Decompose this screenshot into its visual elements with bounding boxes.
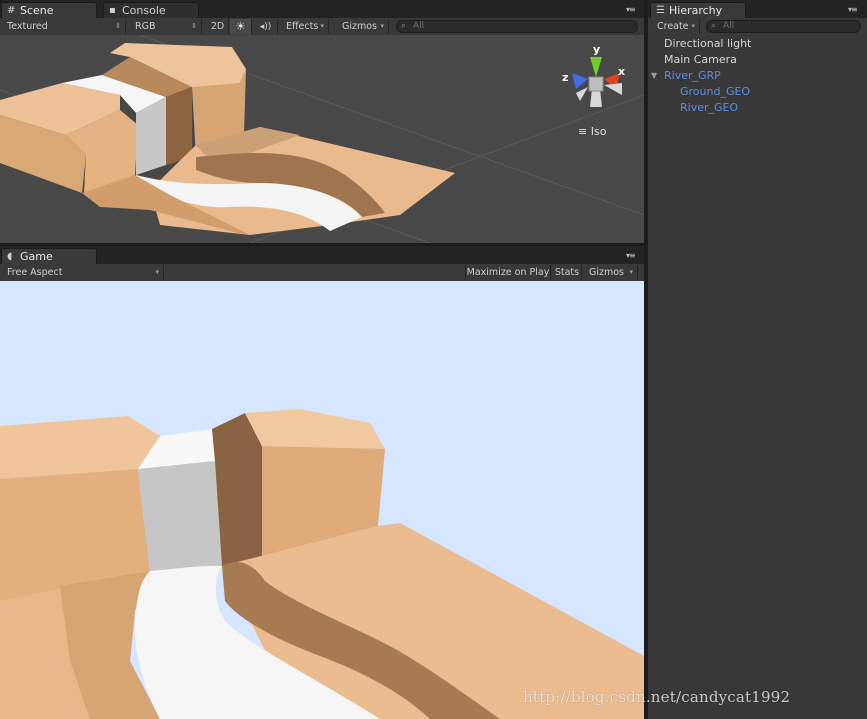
search-icon: ⌕ (401, 21, 407, 31)
render-mode-dropdown[interactable]: RGB ⇕ (130, 19, 202, 34)
hierarchy-toolbar: Create ▾ ⌕ All (648, 18, 867, 36)
hierarchy-list: Directional light Main Camera ▼ River_GR… (648, 35, 867, 719)
chevron-down-icon: ▾ (629, 268, 633, 276)
game-viewport[interactable] (0, 281, 644, 719)
fold-arrow-icon[interactable]: ▼ (651, 71, 657, 80)
scene-toolbar: Textured ⇕ RGB ⇕ 2D ☀ ◂)) Effects ▾ Gizm… (0, 18, 644, 36)
game-gizmos-label: Gizmos (589, 267, 625, 278)
console-icon: ▪ (109, 5, 116, 16)
gizmo-neg-x-cone (604, 83, 622, 95)
vertical-splitter[interactable] (644, 0, 648, 719)
pacman-icon: ◖ (7, 251, 13, 262)
gizmo-z-label: z (562, 71, 569, 84)
tab-scene[interactable]: # Scene (1, 2, 97, 18)
updown-arrow-icon: ⇕ (115, 22, 121, 30)
aspect-value: Free Aspect (7, 267, 63, 278)
tab-console-label: Console (122, 4, 166, 17)
tab-scene-label: Scene (20, 4, 54, 17)
tab-game-label: Game (20, 250, 53, 263)
chevron-down-icon: ▾ (380, 22, 384, 30)
chevron-down-icon: ▾ (320, 22, 324, 30)
create-label: Create (657, 21, 689, 32)
game-terrain-right-top (245, 409, 385, 449)
gizmo-y-label: y (593, 43, 601, 56)
scene-gizmos-dropdown[interactable]: Gizmos ▾ (337, 19, 389, 34)
effects-dropdown[interactable]: Effects ▾ (281, 19, 329, 34)
scene-search-placeholder: All (413, 21, 425, 31)
game-toolbar: Free Aspect ▾ Maximize on Play Stats Giz… (0, 264, 644, 282)
hierarchy-item-ground-geo[interactable]: Ground_GEO (680, 85, 750, 98)
hierarchy-item-river-geo[interactable]: River_GEO (680, 101, 738, 114)
tab-hierarchy-label: Hierarchy (669, 4, 723, 17)
tab-hierarchy[interactable]: ☰ Hierarchy (650, 2, 746, 18)
hierarchy-item-label: Directional light (664, 37, 752, 50)
game-panel-menu-icon[interactable]: ▾≡ (626, 251, 636, 260)
scene-lighting-button[interactable]: ☀ (230, 19, 252, 34)
game-river-face (138, 461, 222, 571)
scene-panel-menu-icon[interactable]: ▾≡ (626, 5, 636, 14)
shading-mode-value: Textured (7, 21, 48, 32)
grid-icon: # (7, 5, 16, 16)
list-icon: ☰ (656, 5, 665, 16)
hierarchy-panel-menu-icon[interactable]: ▾≡ (848, 5, 858, 14)
sun-icon: ☀ (235, 20, 246, 33)
gizmo-center-cube (588, 76, 604, 92)
scene-viewport[interactable]: y x z ≡ Iso (0, 35, 644, 243)
scene-search-input[interactable]: ⌕ All (396, 20, 638, 33)
2d-toggle-button[interactable]: 2D (207, 19, 229, 34)
shading-mode-dropdown[interactable]: Textured ⇕ (2, 19, 126, 34)
maximize-on-play-label: Maximize on Play (466, 267, 550, 278)
hierarchy-item-label: Main Camera (664, 53, 737, 66)
hierarchy-item-label: River_GRP (664, 69, 721, 82)
stats-label: Stats (554, 267, 580, 278)
gizmo-x-label: x (618, 65, 626, 78)
chevron-down-icon: ▾ (155, 268, 159, 276)
chevron-down-icon: ▾ (691, 22, 695, 30)
hierarchy-search-input[interactable]: ⌕ All (706, 20, 861, 33)
gizmo-z-cone (572, 73, 588, 89)
gizmo-neg-y-cone (590, 89, 602, 107)
render-mode-value: RGB (135, 21, 156, 32)
hierarchy-item-label: River_GEO (680, 101, 739, 114)
create-dropdown[interactable]: Create ▾ (652, 19, 700, 34)
horizontal-splitter[interactable] (0, 243, 644, 246)
gizmo-neg-z-cone (576, 87, 588, 101)
2d-toggle-label: 2D (210, 21, 225, 32)
game-gizmos-dropdown[interactable]: Gizmos ▾ (584, 265, 638, 280)
orientation-gizmo[interactable]: y x z (560, 43, 630, 125)
stats-button[interactable]: Stats (553, 265, 582, 280)
hierarchy-item-main-camera[interactable]: Main Camera (664, 53, 737, 66)
projection-label: Iso (590, 125, 607, 138)
hierarchy-item-river-grp[interactable]: ▼ River_GRP (651, 69, 721, 82)
maximize-on-play-button[interactable]: Maximize on Play (465, 265, 551, 280)
game-render (0, 409, 644, 719)
watermark-text: http://blog.csdn.net/candycat1992 (523, 688, 791, 706)
hierarchy-item-directional-light[interactable]: Directional light (664, 37, 751, 50)
effects-label: Effects (286, 21, 319, 32)
search-icon: ⌕ (711, 21, 717, 31)
aspect-dropdown[interactable]: Free Aspect ▾ (2, 265, 164, 280)
projection-toggle[interactable]: ≡ Iso (578, 125, 606, 138)
updown-arrow-icon: ⇕ (191, 22, 197, 30)
scene-gizmos-label: Gizmos (342, 21, 378, 32)
speaker-icon: ◂)) (259, 22, 272, 32)
hierarchy-item-label: Ground_GEO (680, 85, 751, 98)
hierarchy-search-placeholder: All (723, 21, 735, 31)
scene-audio-button[interactable]: ◂)) (254, 19, 278, 34)
menu-lines-icon: ≡ (578, 125, 588, 138)
gizmo-y-cone (590, 57, 602, 77)
tab-game[interactable]: ◖ Game (1, 248, 97, 264)
tab-console[interactable]: ▪ Console (103, 2, 199, 18)
scene-render (0, 35, 644, 243)
orientation-gizmo-graphic (572, 57, 622, 107)
